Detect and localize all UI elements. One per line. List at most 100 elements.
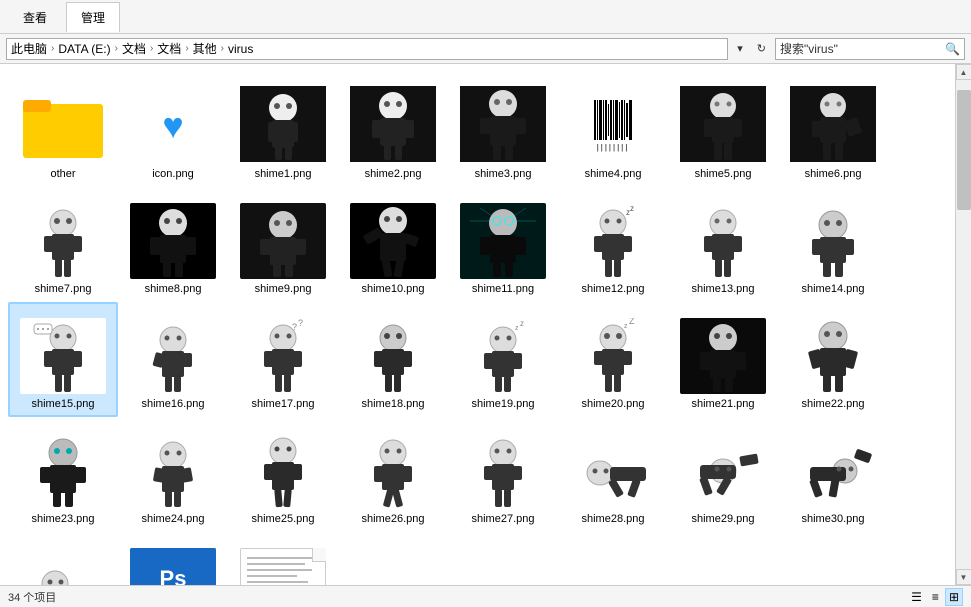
breadcrumb-sep-2: ›	[115, 43, 118, 54]
address-bar: 此电脑 › DATA (E:) › 文档 › 文档 › 其他 › virus ▾…	[0, 34, 971, 64]
file-name-shime16: shime16.png	[142, 398, 205, 411]
large-icon-view-btn[interactable]: ⊞	[945, 588, 963, 606]
file-thumb-shime27	[458, 431, 548, 511]
file-thumb-shime13	[678, 201, 768, 281]
file-item-shime3[interactable]: shime3.png	[448, 72, 558, 187]
file-name-shime17: shime17.png	[252, 398, 315, 411]
breadcrumb-dropdown-btn[interactable]: ▾	[732, 39, 748, 58]
breadcrumb-other[interactable]: 其他	[193, 40, 217, 57]
file-item-virus-txt[interactable]: virus.txt	[228, 532, 338, 585]
scrollbar-thumb[interactable]	[957, 90, 971, 210]
file-name-shime21: shime21.png	[692, 398, 755, 411]
file-thumb-shime6	[788, 86, 878, 166]
file-name-shime28: shime28.png	[582, 513, 645, 526]
detail-view-btn[interactable]: ≡	[928, 588, 943, 606]
search-input[interactable]	[780, 42, 945, 56]
file-thumb-other	[18, 86, 108, 166]
search-box[interactable]: 🔍	[775, 38, 965, 60]
file-item-icon[interactable]: ♥ icon.png	[118, 72, 228, 187]
file-thumb-icon: ♥	[128, 86, 218, 166]
file-item-shime22[interactable]: shime22.png	[778, 302, 888, 417]
file-item-shime28[interactable]: shime28.png	[558, 417, 668, 532]
breadcrumb-pc[interactable]: 此电脑	[11, 40, 47, 57]
file-name-shime24: shime24.png	[142, 513, 205, 526]
file-item-shime9[interactable]: shime9.png	[228, 187, 338, 302]
svg-text:z: z	[520, 319, 524, 328]
scrollbar[interactable]: ▲ ▼	[955, 64, 971, 585]
file-thumb-shime25	[238, 431, 328, 511]
file-name-shime30: shime30.png	[802, 513, 865, 526]
file-name-shime2: shime2.png	[365, 168, 422, 181]
file-item-shime23[interactable]: shime23.png	[8, 417, 118, 532]
file-item-shime19[interactable]: z z shime19.png	[448, 302, 558, 417]
file-thumb-shime8	[128, 201, 218, 281]
file-item-virus-psd[interactable]: Ps PSD virus.psd	[118, 532, 228, 585]
refresh-btn[interactable]: ↻	[752, 39, 771, 58]
file-item-shime17[interactable]: ? ? shime17.png	[228, 302, 338, 417]
scrollbar-down-btn[interactable]: ▼	[956, 569, 971, 585]
file-item-shime10[interactable]: shime10.png	[338, 187, 448, 302]
breadcrumb-drive[interactable]: DATA (E:)	[58, 42, 110, 56]
file-thumb-shime29	[678, 431, 768, 511]
breadcrumb-doc2[interactable]: 文档	[157, 40, 181, 57]
file-thumb-shime14	[788, 201, 878, 281]
file-item-shime13[interactable]: shime13.png	[668, 187, 778, 302]
file-item-shime14[interactable]: shime14.png	[778, 187, 888, 302]
file-item-shime25[interactable]: shime25.png	[228, 417, 338, 532]
file-item-shime24[interactable]: shime24.png	[118, 417, 228, 532]
file-thumb-shime5	[678, 86, 768, 166]
status-bar: 34 个项目 ☰ ≡ ⊞	[0, 585, 971, 607]
file-name-shime9: shime9.png	[255, 283, 312, 296]
file-item-shime5[interactable]: shime5.png	[668, 72, 778, 187]
file-item-shime26[interactable]: shime26.png	[338, 417, 448, 532]
file-item-shime27[interactable]: shime27.png	[448, 417, 558, 532]
file-item-shime20[interactable]: z Z shime20.png	[558, 302, 668, 417]
search-button[interactable]: 🔍	[945, 42, 960, 56]
file-item-shime1[interactable]: shime1.png	[228, 72, 338, 187]
file-name-shime20: shime20.png	[582, 398, 645, 411]
file-name-shime5: shime5.png	[695, 168, 752, 181]
file-name-shime23: shime23.png	[32, 513, 95, 526]
file-name-shime3: shime3.png	[475, 168, 532, 181]
file-name-shime14: shime14.png	[802, 283, 865, 296]
file-item-shime31[interactable]: shime31.png	[8, 532, 118, 585]
file-item-shime29[interactable]: shime29.png	[668, 417, 778, 532]
file-item-shime30[interactable]: shime30.png	[778, 417, 888, 532]
heart-icon: ♥	[162, 105, 183, 147]
file-name-shime12: shime12.png	[582, 283, 645, 296]
breadcrumb-sep-4: ›	[185, 43, 188, 54]
tab-view[interactable]: 查看	[8, 2, 62, 32]
file-item-shime15[interactable]: shime15.png	[8, 302, 118, 417]
svg-text:?: ?	[298, 318, 303, 328]
file-item-other[interactable]: other	[8, 72, 118, 187]
tab-manage[interactable]: 管理	[66, 2, 120, 32]
file-thumb-shime28	[568, 431, 658, 511]
file-thumb-shime31	[18, 546, 108, 585]
file-name-shime22: shime22.png	[802, 398, 865, 411]
file-item-shime6[interactable]: shime6.png	[778, 72, 888, 187]
file-item-shime4[interactable]: |||||||| shime4.png	[558, 72, 668, 187]
file-item-shime8[interactable]: shime8.png	[118, 187, 228, 302]
file-item-shime21[interactable]: shime21.png	[668, 302, 778, 417]
scrollbar-track[interactable]	[956, 80, 971, 569]
breadcrumb[interactable]: 此电脑 › DATA (E:) › 文档 › 文档 › 其他 › virus	[6, 38, 728, 60]
breadcrumb-sep-3: ›	[150, 43, 153, 54]
scrollbar-up-btn[interactable]: ▲	[956, 64, 971, 80]
file-item-shime2[interactable]: shime2.png	[338, 72, 448, 187]
file-name-shime25: shime25.png	[252, 513, 315, 526]
file-item-shime12[interactable]: z z shime12.png	[558, 187, 668, 302]
breadcrumb-doc1[interactable]: 文档	[122, 40, 146, 57]
file-item-shime16[interactable]: shime16.png	[118, 302, 228, 417]
file-item-shime7[interactable]: shime7.png	[8, 187, 118, 302]
file-name-shime1: shime1.png	[255, 168, 312, 181]
file-name-shime11: shime11.png	[472, 283, 534, 296]
file-item-shime18[interactable]: shime18.png	[338, 302, 448, 417]
file-name-shime18: shime18.png	[362, 398, 425, 411]
file-grid[interactable]: other ♥ icon.png	[0, 64, 955, 585]
list-view-btn[interactable]: ☰	[907, 588, 926, 606]
svg-text:z: z	[515, 325, 519, 332]
file-name-shime4: shime4.png	[585, 168, 642, 181]
breadcrumb-sep-5: ›	[221, 43, 224, 54]
file-item-shime11[interactable]: shime11.png	[448, 187, 558, 302]
breadcrumb-sep-1: ›	[51, 43, 54, 54]
